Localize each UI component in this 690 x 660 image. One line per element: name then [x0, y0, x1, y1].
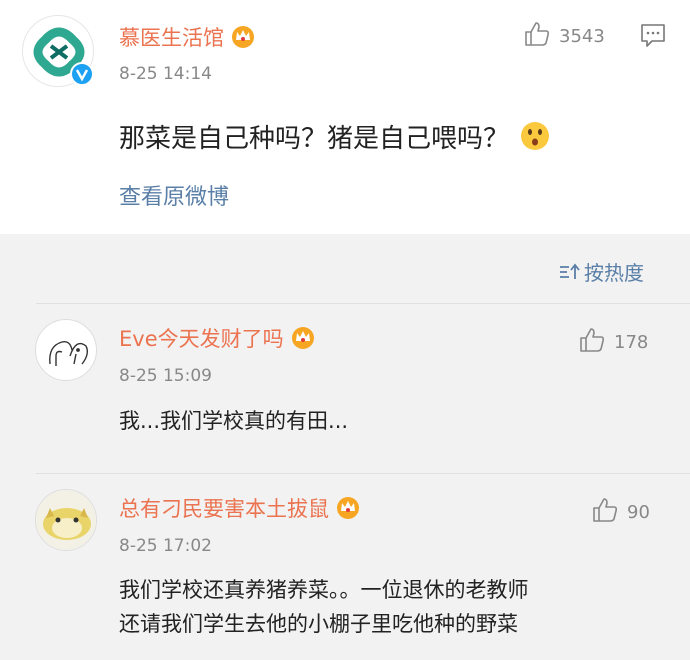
- commenter-name[interactable]: Eve今天发财了吗: [119, 323, 316, 354]
- sort-by-hot-button[interactable]: 按热度: [558, 257, 644, 287]
- comment-like-button[interactable]: 90: [591, 496, 650, 524]
- comment-text: 我们学校还真养猪养菜。。一位退休的老教师 还请我们学生去他的小棚子里吃他种的野菜: [119, 573, 529, 641]
- comment-time: 8-25 17:02: [119, 536, 212, 556]
- comment-like-button[interactable]: 178: [578, 326, 648, 354]
- post-like-button[interactable]: 3543: [523, 20, 605, 48]
- divider: [36, 303, 690, 304]
- comment-text: 我...我们学校真的有田...: [119, 409, 349, 433]
- commenter-name-text[interactable]: Eve今天发财了吗: [119, 327, 284, 351]
- crown-icon: [335, 495, 361, 524]
- sort-label: 按热度: [584, 261, 644, 285]
- post-text: 那菜是自己种吗？猪是自己喂吗？: [119, 118, 551, 159]
- comment-icon[interactable]: [640, 22, 666, 52]
- post-text-content: 那菜是自己种吗？猪是自己喂吗？: [119, 124, 510, 154]
- original-post: 慕医生活馆 8-25 14:14 3543 那菜是自己种吗？猪是自己喂吗？ 查看…: [0, 0, 690, 234]
- thumbs-up-icon: [525, 22, 550, 46]
- commenter-avatar[interactable]: [35, 489, 97, 551]
- post-like-count: 3543: [559, 26, 605, 47]
- comment-text-line: 还请我们学生去他的小棚子里吃他种的野菜: [119, 612, 518, 636]
- verified-badge-icon: [70, 62, 94, 86]
- comment-text-line: 我们学校还真养猪养菜。。一位退休的老教师: [119, 578, 529, 602]
- poster-name-text[interactable]: 慕医生活馆: [119, 26, 224, 50]
- comment-time: 8-25 15:09: [119, 366, 212, 386]
- commenter-name-text[interactable]: 总有刁民要害本土拔鼠: [119, 497, 329, 521]
- thumbs-up-icon: [580, 328, 605, 352]
- poster-name[interactable]: 慕医生活馆: [119, 22, 256, 53]
- crown-icon: [290, 325, 316, 354]
- post-time: 8-25 14:14: [119, 64, 212, 84]
- sort-icon: [558, 262, 580, 287]
- comment-like-count: 90: [627, 502, 650, 523]
- surprised-emoji-icon: [519, 120, 551, 159]
- comment-like-count: 178: [614, 332, 649, 353]
- crown-icon: [230, 24, 256, 53]
- thumbs-up-icon: [593, 498, 618, 522]
- commenter-name[interactable]: 总有刁民要害本土拔鼠: [119, 493, 361, 524]
- divider: [36, 473, 690, 474]
- commenter-avatar[interactable]: [35, 319, 97, 381]
- view-original-link[interactable]: 查看原微博: [119, 179, 229, 211]
